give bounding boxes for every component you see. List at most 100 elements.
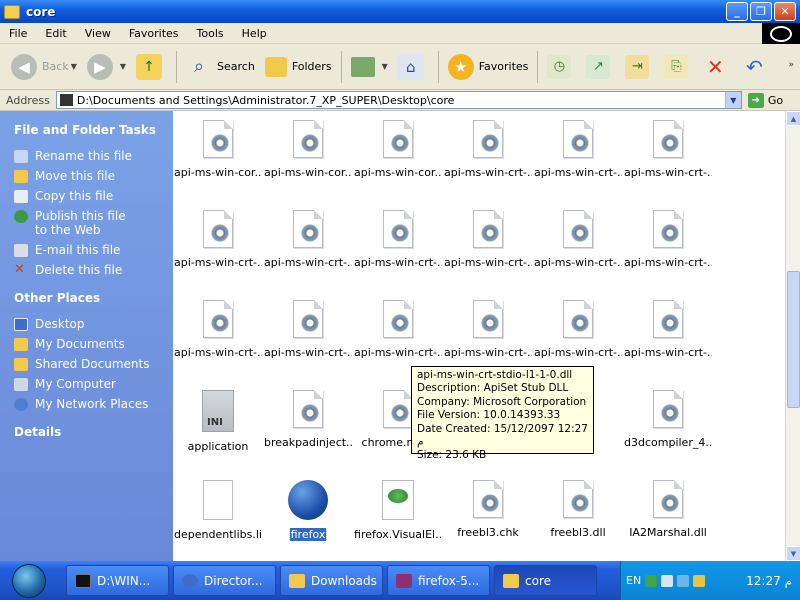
file-item[interactable]: api-ms-win-crt-... xyxy=(533,207,623,297)
file-item[interactable]: api-ms-win-crt-... xyxy=(173,297,263,387)
dll-file-icon xyxy=(563,300,593,338)
file-item[interactable]: api-ms-win-crt-... xyxy=(263,207,353,297)
clock[interactable]: 12:27 م xyxy=(746,574,792,588)
start-orb-icon xyxy=(12,563,46,598)
file-item[interactable]: api-ms-win-crt-... xyxy=(533,117,623,207)
vertical-scrollbar[interactable]: ▲ ▼ xyxy=(785,111,800,561)
task-core[interactable]: core xyxy=(494,565,597,596)
wand-tray-icon[interactable] xyxy=(693,574,706,587)
task-cmd[interactable]: D:\WIN... xyxy=(66,565,169,596)
menu-help[interactable]: Help xyxy=(233,27,276,40)
scroll-down-icon[interactable]: ▼ xyxy=(786,546,800,561)
security-shield-icon[interactable] xyxy=(645,574,658,587)
file-item[interactable]: api-ms-win-crt-... xyxy=(353,207,443,297)
file-item[interactable]: d3dcompiler_4... xyxy=(623,387,713,477)
file-item[interactable]: api-ms-win-cor... xyxy=(353,117,443,207)
language-indicator[interactable]: EN xyxy=(626,574,641,587)
toolbar-chevron-icon[interactable]: » xyxy=(788,60,794,70)
title-bar[interactable]: core _ ❐ ✕ xyxy=(0,0,800,23)
scroll-thumb[interactable] xyxy=(787,271,800,408)
file-item[interactable]: firefox.VisualEl... xyxy=(353,477,443,561)
place-network[interactable]: My Network Places xyxy=(14,397,173,411)
details-heading[interactable]: Details xyxy=(14,425,173,439)
task-title: Downloads xyxy=(311,573,377,588)
minimize-button[interactable]: _ xyxy=(726,2,748,21)
back-button[interactable]: ◀ Back ▼ xyxy=(6,49,82,85)
task-rename[interactable]: Rename this file xyxy=(14,149,173,163)
copy-to-button[interactable]: ⎘ xyxy=(659,49,698,85)
task-delete[interactable]: ✕ Delete this file xyxy=(14,263,173,277)
file-item[interactable]: api-ms-win-crt-... xyxy=(623,207,713,297)
file-item[interactable]: breakpadinject... xyxy=(263,387,353,477)
file-name-text: api-ms-win-crt-... xyxy=(264,346,352,359)
file-item[interactable]: IA2Marshal.dll xyxy=(623,477,713,561)
delete-button[interactable]: ✕ xyxy=(698,49,737,85)
task-downloads[interactable]: Downloads xyxy=(280,565,383,596)
file-item[interactable]: api-ms-win-crt-... xyxy=(623,117,713,207)
menu-edit[interactable]: Edit xyxy=(36,27,75,40)
file-item[interactable]: INI application xyxy=(173,387,263,477)
file-item[interactable]: api-ms-win-crt-... xyxy=(443,207,533,297)
file-item[interactable]: api-ms-win-crt-... xyxy=(443,117,533,207)
task-email[interactable]: E-mail this file xyxy=(14,243,173,257)
network-tray-icon[interactable] xyxy=(661,574,674,587)
file-item[interactable]: firefox xyxy=(263,477,353,561)
scroll-up-icon[interactable]: ▲ xyxy=(786,111,800,126)
home-button[interactable]: ⌂ xyxy=(393,49,434,85)
file-view[interactable]: api-ms-win-cor... api-ms-win-cor... api-ms… xyxy=(173,111,785,561)
menu-file[interactable]: File xyxy=(0,27,36,40)
file-item[interactable]: api-ms-win-crt-... xyxy=(173,207,263,297)
address-input[interactable]: D:\Documents and Settings\Administrator.… xyxy=(55,91,742,109)
file-item[interactable]: api-ms-win-cor... xyxy=(173,117,263,207)
go-button[interactable]: ➔ Go xyxy=(747,92,783,108)
address-dropdown-icon[interactable]: ▼ xyxy=(724,92,741,108)
file-item[interactable]: freebl3.chk xyxy=(443,477,533,561)
folders-button[interactable]: Folders xyxy=(260,49,337,85)
file-tasks-heading[interactable]: File and Folder Tasks xyxy=(14,123,173,137)
search-button[interactable]: ⌕ Search xyxy=(181,49,260,85)
task-publish[interactable]: Publish this file to the Web xyxy=(14,209,173,237)
menu-view[interactable]: View xyxy=(76,27,120,40)
address-path[interactable]: D:\Documents and Settings\Administrator.… xyxy=(77,94,725,107)
place-my-computer[interactable]: My Computer xyxy=(14,377,173,391)
start-button[interactable] xyxy=(0,561,58,600)
file-item[interactable]: api-ms-win-crt-... xyxy=(623,297,713,387)
up-button[interactable]: ↑ xyxy=(131,49,172,85)
place-my-documents[interactable]: My Documents xyxy=(14,337,173,351)
undo-button[interactable]: ↶ xyxy=(737,49,776,85)
forward-button[interactable]: ▶ ▼ xyxy=(82,49,131,85)
file-item[interactable]: api-ms-win-cor... xyxy=(263,117,353,207)
place-desktop[interactable]: Desktop xyxy=(14,317,173,331)
dll-file-icon xyxy=(293,300,323,338)
views-button[interactable]: ▼ xyxy=(346,49,393,85)
folders-icon xyxy=(264,56,287,77)
move-icon xyxy=(14,170,28,183)
file-name: api-ms-win-crt-... xyxy=(534,346,622,359)
task-copy[interactable]: Copy this file xyxy=(14,189,173,203)
display-tray-icon[interactable] xyxy=(677,574,690,587)
favorites-button[interactable]: ★ Favorites xyxy=(443,49,534,85)
other-places-heading[interactable]: Other Places xyxy=(14,291,173,305)
file-item[interactable]: freebl3.dll xyxy=(533,477,623,561)
file-item[interactable]: dependentlibs.list xyxy=(173,477,263,561)
file-name-text: api-ms-win-crt-... xyxy=(444,256,532,269)
menu-tools[interactable]: Tools xyxy=(188,27,233,40)
dll-file-icon xyxy=(293,390,323,428)
map-drive-button[interactable]: ↗ xyxy=(581,49,620,85)
task-move[interactable]: Move this file xyxy=(14,169,173,183)
menu-favorites[interactable]: Favorites xyxy=(120,27,188,40)
file-name: freebl3.dll xyxy=(534,526,622,539)
maximize-button[interactable]: ❐ xyxy=(750,2,772,21)
file-item[interactable]: api-ms-win-crt-... xyxy=(263,297,353,387)
task-directory[interactable]: Director... xyxy=(173,565,276,596)
place-shared-documents[interactable]: Shared Documents xyxy=(14,357,173,371)
close-button[interactable]: ✕ xyxy=(774,2,796,21)
forward-dropdown-icon[interactable]: ▼ xyxy=(120,62,126,71)
back-dropdown-icon[interactable]: ▼ xyxy=(71,62,77,71)
delete-x-icon: ✕ xyxy=(707,54,724,79)
move-to-button[interactable]: ⇥ xyxy=(620,49,659,85)
file-name-text: api-ms-win-crt-... xyxy=(444,346,532,359)
task-firefox-archive[interactable]: firefox-5... xyxy=(387,565,490,596)
task-title: Director... xyxy=(204,573,263,588)
history-button[interactable]: ◷ xyxy=(542,49,581,85)
